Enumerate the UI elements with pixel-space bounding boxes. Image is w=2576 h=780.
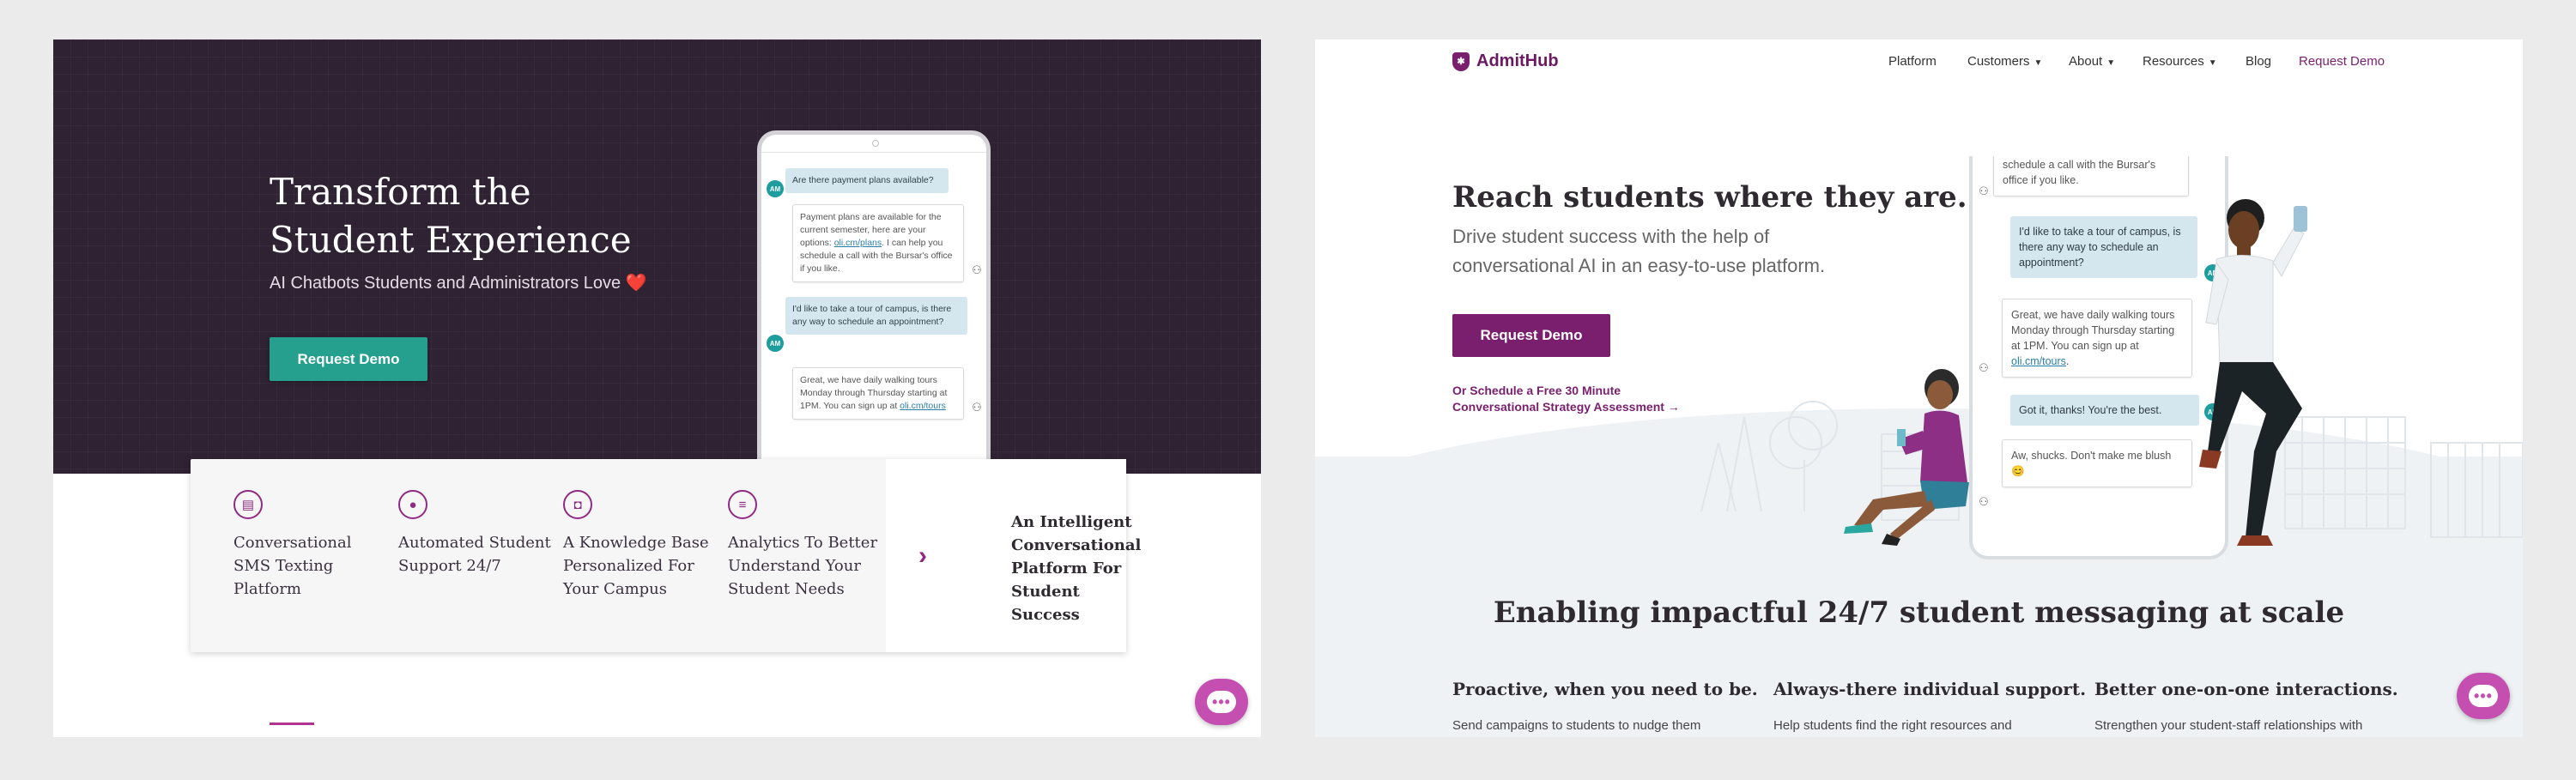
phone-mockup: AM Are there payment plans available? Pa… xyxy=(757,130,991,491)
logo-icon: ✱ xyxy=(1452,51,1470,71)
hero-subtitle: AI Chatbots Students and Administrators … xyxy=(270,271,647,295)
left-page-screenshot: Transform the Student Experience AI Chat… xyxy=(53,39,1261,737)
column-text-support: Help students find the right resources a… xyxy=(1773,718,2012,733)
bot-icon: ⚇ xyxy=(972,263,982,276)
link-line: Conversational Strategy Assessment → xyxy=(1452,400,1680,414)
blush-emoji-icon: 😊 xyxy=(2011,465,2025,477)
chat-answer-0: schedule a call with the Bursar's office… xyxy=(1993,156,2189,197)
hero-subtitle: Drive student success with the help of c… xyxy=(1452,226,1826,276)
feature-analytics: ≡ Analytics To Better Understand Your St… xyxy=(728,490,881,601)
feature-label: Automated Student Support 24/7 xyxy=(398,534,551,575)
phone-mockup: schedule a call with the Bursar's office… xyxy=(1969,156,2228,559)
user-icon: ● xyxy=(398,490,427,519)
bot-icon: ⚇ xyxy=(1979,495,1989,508)
chat-question-1: Are there payment plans available? xyxy=(785,168,949,193)
heart-icon: ❤️ xyxy=(625,274,647,293)
schedule-assessment-link[interactable]: Or Schedule a Free 30 Minute Conversatio… xyxy=(1452,383,1727,415)
phone-screen: AM Are there payment plans available? Pa… xyxy=(761,152,986,491)
chat-bubble-icon: ••• xyxy=(2469,685,2498,707)
plans-link[interactable]: oli.cm/plans xyxy=(834,238,882,248)
hero-section: Transform the Student Experience AI Chat… xyxy=(53,39,1261,491)
request-demo-button[interactable]: Request Demo xyxy=(270,337,427,381)
caret-down-icon: ▼ xyxy=(2208,58,2217,68)
feature-knowledge: ◘ A Knowledge Base Personalized For Your… xyxy=(563,490,716,601)
tours-link[interactable]: oli.cm/tours xyxy=(2011,355,2066,367)
nav-customers[interactable]: Customers ▼ xyxy=(1967,54,2042,69)
hero-title: Reach students where they are. xyxy=(1452,180,1967,215)
book-icon: ◘ xyxy=(563,490,592,519)
student-sitting-illustration xyxy=(1844,369,1969,546)
chat-answer-2: Aw, shucks. Don't make me blush 😊 xyxy=(2002,439,2192,487)
caret-down-icon: ▼ xyxy=(2106,58,2116,68)
feature-label: Analytics To Better Understand Your Stud… xyxy=(728,534,878,598)
avatar: AM xyxy=(767,335,784,352)
intelligent-platform-text: An Intelligent Conversational Platform F… xyxy=(1011,513,1142,624)
nav-request-demo[interactable]: Request Demo xyxy=(2299,54,2385,69)
column-title-proactive: Proactive, when you need to be. xyxy=(1452,679,1758,699)
chat-launcher-button[interactable]: ••• xyxy=(2457,673,2510,719)
top-nav: ✱ AdmitHub Platform Customers ▼ About ▼ Re… xyxy=(1315,39,2523,86)
student-standing-illustration xyxy=(2199,199,2307,546)
logo-text: AdmitHub xyxy=(1476,51,1559,70)
answer-text: . xyxy=(2065,355,2070,367)
nav-label: Customers xyxy=(1967,54,2030,69)
admithub-logo[interactable]: ✱ AdmitHub xyxy=(1452,51,1559,71)
phone-camera-icon xyxy=(872,140,879,147)
chat-launcher-button[interactable]: ••• xyxy=(1195,679,1248,725)
hero-subtitle-text: AI Chatbots Students and Administrators … xyxy=(270,274,621,293)
hero-title-line1: Transform the xyxy=(270,171,531,213)
chat-question-2: Got it, thanks! You're the best. xyxy=(2010,395,2199,426)
analytics-icon: ≡ xyxy=(728,490,757,519)
column-title-interactions: Better one-on-one interactions. xyxy=(2094,679,2398,699)
answer-text: Aw, shucks. Don't make me blush xyxy=(2011,450,2172,462)
right-page-screenshot: ✱ AdmitHub Platform Customers ▼ About ▼ Re… xyxy=(1315,39,2523,737)
chat-answer-2: Great, we have daily walking tours Monda… xyxy=(792,367,964,420)
chevron-right-icon[interactable]: › xyxy=(918,541,927,571)
nav-about[interactable]: About ▼ xyxy=(2069,54,2115,69)
section-title: Enabling impactful 24/7 student messagin… xyxy=(1493,596,2345,630)
bot-icon: ⚇ xyxy=(1979,361,1989,374)
nav-label: Resources xyxy=(2143,54,2204,69)
chat-bubble-icon: ••• xyxy=(1207,691,1236,713)
chat-answer-1: Great, we have daily walking tours Monda… xyxy=(2002,299,2192,378)
request-demo-button[interactable]: Request Demo xyxy=(1452,314,1610,357)
section-divider xyxy=(270,723,314,725)
chat-question-1: I'd like to take a tour of campus, is th… xyxy=(2010,216,2197,278)
feature-support: ● Automated Student Support 24/7 xyxy=(398,490,551,577)
features-card: ▤ Conversational SMS Texting Platform ● … xyxy=(191,459,1141,652)
answer-text: Great, we have daily walking tours Monda… xyxy=(2011,309,2175,352)
feature-sms: ▤ Conversational SMS Texting Platform xyxy=(233,490,386,601)
feature-label: Conversational SMS Texting Platform xyxy=(233,534,352,598)
column-text-interactions: Strengthen your student-staff relationsh… xyxy=(2094,718,2363,733)
hero-title: Transform the Student Experience xyxy=(270,168,716,264)
feature-label: A Knowledge Base Personalized For Your C… xyxy=(563,534,709,598)
chat-answer-1: Payment plans are available for the curr… xyxy=(792,204,964,282)
chat-question-2: I'd like to take a tour of campus, is th… xyxy=(785,297,967,335)
nav-platform[interactable]: Platform xyxy=(1888,54,1937,69)
avatar: AM xyxy=(767,180,784,197)
hero-title-line2: Student Experience xyxy=(270,219,632,261)
link-line: Or Schedule a Free 30 Minute xyxy=(1452,384,1621,397)
chat-icon: ▤ xyxy=(233,490,263,519)
nav-blog[interactable]: Blog xyxy=(2246,54,2271,69)
caret-down-icon: ▼ xyxy=(2034,58,2043,68)
nav-resources[interactable]: Resources ▼ xyxy=(2143,54,2217,69)
tours-link[interactable]: oli.cm/tours xyxy=(900,401,946,411)
bot-icon: ⚇ xyxy=(1979,184,1989,197)
column-title-support: Always-there individual support. xyxy=(1773,679,2087,699)
nav-label: About xyxy=(2069,54,2103,69)
column-text-proactive: Send campaigns to students to nudge them xyxy=(1452,718,1701,733)
bot-icon: ⚇ xyxy=(972,401,982,414)
